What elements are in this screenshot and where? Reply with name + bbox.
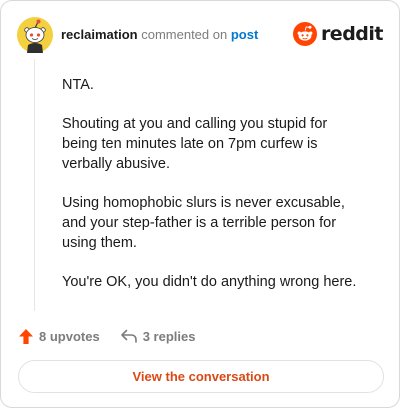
post-link[interactable]: post [231,27,258,42]
comment-header: reclaimation commented on post reddit [17,17,384,53]
comment-paragraph: Using homophobic slurs is never excusabl… [62,195,345,251]
reddit-brand[interactable]: reddit [292,22,384,46]
author-name[interactable]: reclaimation [61,27,138,42]
reddit-logo-icon [292,22,317,46]
upvote-button[interactable]: 8 upvotes [18,328,100,345]
upvote-count: 8 upvotes [39,328,100,344]
comment-paragraph: You're OK, you didn't do anything wrong … [62,274,357,290]
reply-count: 3 replies [142,328,196,344]
comment-body: NTA. Shouting at you and calling you stu… [62,75,362,311]
commented-on-text: commented on [141,27,228,42]
replies-button[interactable]: 3 replies [120,328,196,344]
comment-paragraph: Shouting at you and calling you stupid f… [62,116,328,172]
reddit-wordmark: reddit [320,23,384,45]
view-conversation-button[interactable]: View the conversation [18,360,384,393]
snoo-avatar-icon[interactable] [17,17,53,53]
upvote-arrow-icon [19,328,33,344]
comment-meta: reclaimation commented on post [61,27,258,43]
comment-paragraph: NTA. [62,77,94,93]
comment-actions: 8 upvotes 3 replies [18,325,195,347]
reply-arrow-icon [120,329,137,343]
thread-line[interactable] [34,59,35,311]
comment-embed-card: reclaimation commented on post reddit NT… [0,0,400,408]
